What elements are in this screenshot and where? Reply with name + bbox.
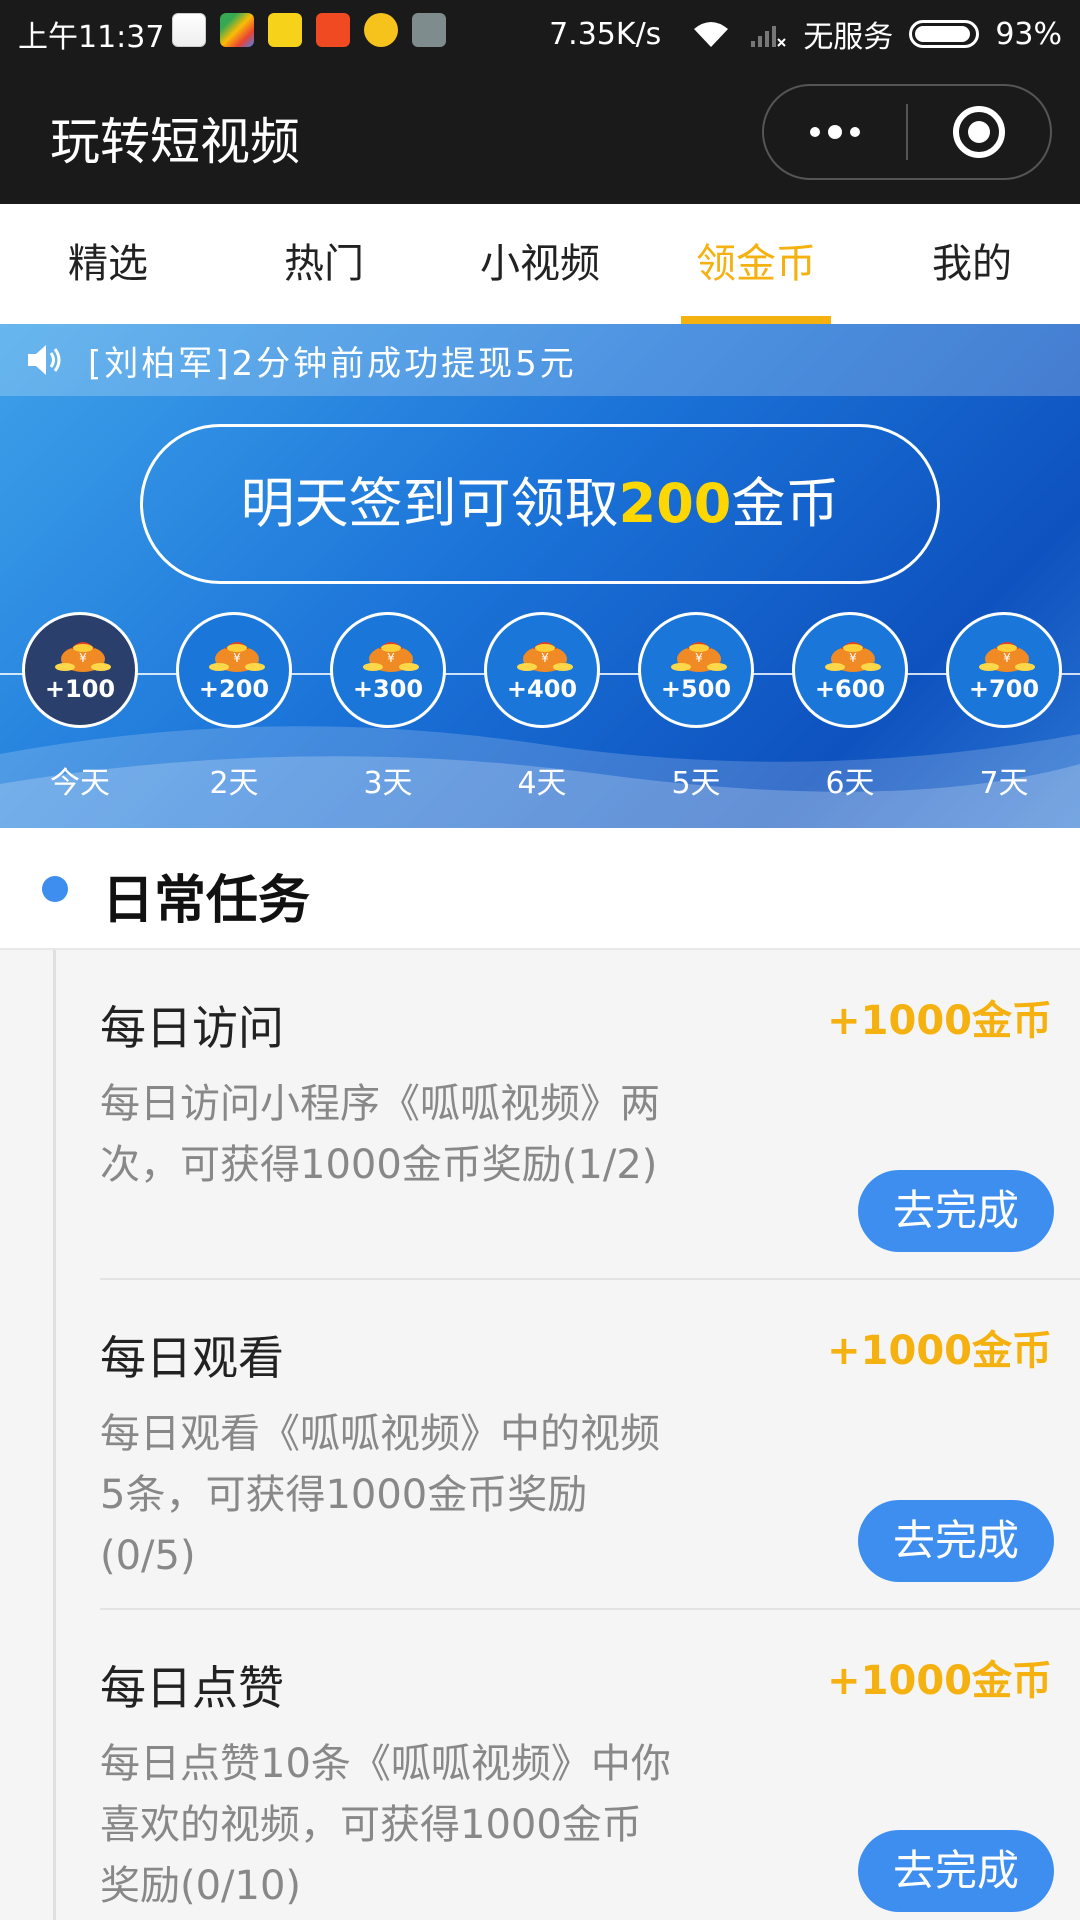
withdraw-notice: [刘柏军]2分钟前成功提现5元 <box>0 324 1080 396</box>
task-name: 每日点赞 <box>100 1661 284 1715</box>
more-button[interactable] <box>764 86 906 178</box>
sign-in-day-label: 4天 <box>517 766 567 801</box>
coin-bag-icon: ¥ <box>979 642 1035 672</box>
sign-in-day-label: 7天 <box>979 766 1029 801</box>
section-dot <box>42 876 68 902</box>
maps-app-icon <box>172 13 206 47</box>
video-app-icon <box>316 13 350 47</box>
close-target-icon <box>953 106 1005 158</box>
page-title: 玩转短视频 <box>50 113 300 171</box>
sign-amount: 200 <box>618 472 732 535</box>
tab-bar: 精选 热门 小视频 领金币 我的 <box>0 204 1080 324</box>
day-reward-amount: +400 <box>506 675 578 703</box>
tab-hot[interactable]: 热门 <box>216 204 432 324</box>
status-app-icons <box>172 13 446 47</box>
status-time: 上午11:37 <box>18 20 165 55</box>
mini-program-header: 玩转短视频 <box>0 62 1080 204</box>
play-store-icon <box>220 13 254 47</box>
speaker-icon <box>28 345 61 375</box>
task-description: 每日点赞10条《呱呱视频》中你喜欢的视频，可获得1000金币奖励(0/10) <box>100 1741 671 1909</box>
coin-bag-icon: ¥ <box>825 642 881 672</box>
svg-text:¥: ¥ <box>849 651 857 665</box>
sign-in-day-label: 6天 <box>825 766 875 801</box>
task-complete-button[interactable]: 去完成 <box>858 1500 1054 1582</box>
section-header: 日常任务 <box>0 828 1080 950</box>
task-item-visit: 每日访问 +1000金币 每日访问小程序《呱呱视频》两次，可获得1000金币奖励… <box>100 950 1080 1280</box>
close-button[interactable] <box>908 86 1050 178</box>
wifi-icon <box>694 22 729 47</box>
day-reward-amount: +100 <box>44 675 116 703</box>
svg-text:¥: ¥ <box>1003 651 1011 665</box>
notice-text: [刘柏军]2分钟前成功提现5元 <box>88 343 577 384</box>
svg-text:¥: ¥ <box>233 651 241 665</box>
section-title: 日常任务 <box>102 871 311 931</box>
sign-in-day-label: 5天 <box>671 766 721 801</box>
task-description: 每日观看《呱呱视频》中的视频5条，可获得1000金币奖励(0/5) <box>100 1411 660 1579</box>
task-name: 每日访问 <box>100 1001 284 1055</box>
tab-short-video[interactable]: 小视频 <box>432 204 648 324</box>
tab-earn-coins[interactable]: 领金币 <box>648 204 864 324</box>
tab-mine[interactable]: 我的 <box>864 204 1080 324</box>
status-bar: 上午11:37 7.35K/s 无服务 93% <box>0 0 1080 62</box>
sign-in-day-3: ¥ +300 <box>330 612 446 728</box>
task-item-like: 每日点赞 +1000金币 每日点赞10条《呱呱视频》中你喜欢的视频，可获得100… <box>100 1610 1080 1920</box>
coin-bag-icon: ¥ <box>517 642 573 672</box>
network-speed: 7.35K/s <box>549 16 662 52</box>
day-reward-amount: +600 <box>814 675 886 703</box>
tab-featured[interactable]: 精选 <box>0 204 216 324</box>
day-reward-amount: +300 <box>352 675 424 703</box>
sign-in-day-label: 3天 <box>363 766 413 801</box>
sign-in-day-7: ¥ +700 <box>946 612 1062 728</box>
task-reward: +1000金币 <box>827 1328 1052 1374</box>
svg-text:¥: ¥ <box>79 651 87 665</box>
sign-in-day-5: ¥ +500 <box>638 612 754 728</box>
day-reward-amount: +700 <box>968 675 1040 703</box>
sign-in-day-label: 2天 <box>209 766 259 801</box>
task-reward: +1000金币 <box>827 998 1052 1044</box>
sign-in-day-6: ¥ +600 <box>792 612 908 728</box>
sign-in-day-2: ¥ +200 <box>176 612 292 728</box>
sign-in-button[interactable]: 明天签到可领取200金币 <box>140 424 940 584</box>
coin-bag-icon: ¥ <box>363 642 419 672</box>
day-reward-amount: +200 <box>198 675 270 703</box>
coin-bag-icon: ¥ <box>55 642 111 672</box>
capsule-menu <box>762 84 1052 180</box>
notes-app-icon <box>412 13 446 47</box>
sign-in-banner: [刘柏军]2分钟前成功提现5元 明天签到可领取200金币 ¥ +100 今天 ¥ +20… <box>0 324 1080 828</box>
carrier-status: 无服务 <box>803 20 894 55</box>
sign-in-day-1: ¥ +100 <box>22 612 138 728</box>
coin-bag-icon: ¥ <box>671 642 727 672</box>
sign-in-day-label: 今天 <box>50 766 110 801</box>
sign-in-day-4: ¥ +400 <box>484 612 600 728</box>
more-dots-icon <box>810 125 860 139</box>
task-item-watch: 每日观看 +1000金币 每日观看《呱呱视频》中的视频5条，可获得1000金币奖… <box>100 1280 1080 1610</box>
battery-icon <box>909 20 980 48</box>
svg-text:¥: ¥ <box>695 651 703 665</box>
task-complete-button[interactable]: 去完成 <box>858 1830 1054 1912</box>
weibo-icon <box>364 13 398 47</box>
news-app-icon <box>268 13 302 47</box>
battery-level: 93% <box>995 16 1062 52</box>
svg-text:¥: ¥ <box>387 651 395 665</box>
cellular-signal-icon <box>751 26 787 47</box>
task-reward: +1000金币 <box>827 1658 1052 1704</box>
sign-suffix: 金币 <box>731 472 840 535</box>
task-name: 每日观看 <box>100 1331 284 1385</box>
task-description: 每日访问小程序《呱呱视频》两次，可获得1000金币奖励(1/2) <box>100 1081 660 1188</box>
sign-prefix: 明天签到可领取 <box>240 472 619 535</box>
coin-bag-icon: ¥ <box>209 642 265 672</box>
task-complete-button[interactable]: 去完成 <box>858 1170 1054 1252</box>
svg-text:¥: ¥ <box>541 651 549 665</box>
timeline-line <box>53 828 56 1920</box>
day-reward-amount: +500 <box>660 675 732 703</box>
